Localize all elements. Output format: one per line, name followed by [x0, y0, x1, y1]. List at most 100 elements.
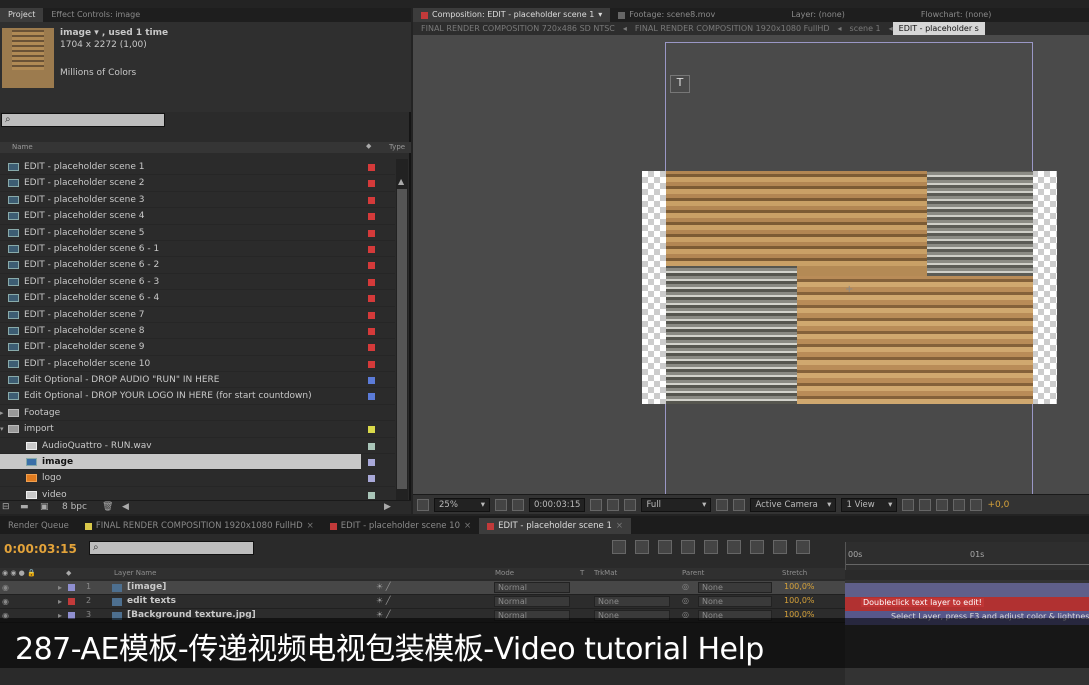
chevron-down-icon[interactable]: ▾ — [598, 8, 602, 22]
project-item[interactable]: image — [0, 454, 375, 471]
exposure-icon[interactable] — [970, 498, 983, 511]
project-item[interactable]: ▾ import — [0, 421, 395, 438]
project-search-input[interactable]: ⌕ — [1, 113, 165, 127]
visibility-toggle-icon[interactable]: ◉ — [2, 597, 9, 606]
parent-pickwhip-icon[interactable]: ◎ — [682, 582, 689, 591]
project-item[interactable]: Edit Optional - DROP YOUR LOGO IN HERE (… — [0, 388, 395, 405]
project-item[interactable]: EDIT - placeholder scene 10 — [0, 356, 395, 373]
visibility-toggle-icon[interactable]: ◉ — [2, 583, 9, 592]
label-color-swatch[interactable] — [368, 475, 375, 483]
timeline-tab[interactable]: EDIT - placeholder scene 1 × — [479, 518, 632, 534]
column-name[interactable]: Name — [12, 143, 33, 151]
label-color-swatch[interactable] — [368, 311, 375, 319]
layer-label-swatch[interactable] — [68, 584, 75, 591]
column-type[interactable]: Type — [389, 143, 405, 151]
label-color-swatch[interactable] — [368, 377, 375, 385]
project-item[interactable]: EDIT - placeholder scene 6 - 4 — [0, 290, 395, 307]
project-item[interactable]: AudioQuattro - RUN.wav — [0, 438, 395, 455]
av-switches-icon[interactable]: ◉ ◉ ● 🔒 — [2, 569, 36, 577]
show-snapshot-icon[interactable] — [607, 498, 620, 511]
column-mode[interactable]: Mode — [495, 569, 514, 577]
project-item[interactable]: logo — [0, 470, 395, 487]
always-preview-icon[interactable] — [417, 498, 429, 511]
project-scrollbar[interactable]: ▲ — [396, 159, 408, 502]
stretch-value[interactable]: 100,0% — [784, 596, 815, 605]
close-icon[interactable]: × — [616, 518, 623, 534]
project-item[interactable]: EDIT - placeholder scene 2 — [0, 175, 395, 192]
graph-editor-icon[interactable] — [796, 540, 810, 554]
layer-bar-image[interactable] — [845, 583, 1089, 597]
scroll-left-icon[interactable]: ◀ — [122, 502, 129, 512]
track-matte-dropdown[interactable]: None — [594, 596, 670, 607]
exposure-value[interactable]: +0,0 — [987, 500, 1009, 510]
project-item[interactable]: EDIT - placeholder scene 6 - 2 — [0, 257, 395, 274]
blend-mode-dropdown[interactable]: Normal — [494, 582, 570, 593]
mask-visibility-icon[interactable] — [512, 498, 524, 511]
view-layout-dropdown[interactable]: 1 View ▾ — [841, 497, 898, 512]
project-item[interactable]: EDIT - placeholder scene 9 — [0, 339, 395, 356]
timeline-icon[interactable] — [936, 498, 949, 511]
expand-layer-icon[interactable]: ▸ — [58, 597, 62, 606]
scrollbar-thumb[interactable] — [397, 189, 407, 489]
parent-dropdown[interactable]: None — [698, 596, 772, 607]
trash-icon[interactable]: 🗑 — [102, 502, 113, 512]
label-color-swatch[interactable] — [368, 164, 375, 171]
camera-dropdown[interactable]: Active Camera ▾ — [750, 497, 837, 512]
parent-pickwhip-icon[interactable]: ◎ — [682, 596, 689, 605]
project-item[interactable]: video — [0, 487, 395, 501]
label-color-swatch[interactable] — [368, 229, 375, 237]
project-item[interactable]: EDIT - placeholder scene 3 — [0, 192, 395, 209]
toggle-pixel-aspect-icon[interactable] — [902, 498, 915, 511]
project-item[interactable]: Edit Optional - DROP AUDIO "RUN" IN HERE — [0, 372, 395, 389]
label-color-swatch[interactable] — [368, 245, 375, 253]
label-color-swatch[interactable] — [368, 442, 375, 450]
column-parent[interactable]: Parent — [682, 569, 704, 577]
draft-3d-icon[interactable] — [658, 540, 672, 554]
tab-flowchart[interactable]: Flowchart: (none) — [913, 8, 1000, 22]
breadcrumb-scene[interactable]: scene 1 — [842, 24, 889, 33]
tab-composition[interactable]: Composition: EDIT - placeholder scene 1 ▾ — [413, 8, 611, 22]
label-tag-icon[interactable]: ◆ — [366, 142, 371, 150]
timeline-tab[interactable]: EDIT - placeholder scene 10 × — [322, 518, 479, 534]
project-item[interactable]: EDIT - placeholder scene 7 — [0, 307, 395, 323]
scroll-right-icon[interactable]: ▶ — [384, 502, 391, 512]
text-layer-handle-icon[interactable]: T — [670, 75, 690, 93]
disclosure-triangle-icon[interactable]: ▾ — [0, 421, 4, 437]
anchor-point-icon[interactable]: + — [845, 284, 853, 295]
new-folder-icon[interactable]: ▬ — [20, 502, 29, 512]
project-item[interactable]: EDIT - placeholder scene 5 — [0, 225, 395, 241]
scroll-up-icon[interactable]: ▲ — [398, 177, 404, 186]
column-t[interactable]: T — [580, 569, 584, 577]
frame-blending-icon[interactable] — [704, 540, 718, 554]
label-color-swatch[interactable] — [368, 180, 375, 188]
column-layer-name[interactable]: Layer Name — [114, 569, 156, 577]
label-color-swatch[interactable] — [368, 459, 375, 467]
selected-item-name[interactable]: image ▾ , used 1 time — [60, 28, 168, 38]
layer-switches-icon[interactable]: ☀ ╱ — [376, 596, 391, 605]
breadcrumb-current[interactable]: EDIT - placeholder s — [892, 22, 985, 35]
transparency-grid-icon[interactable] — [733, 498, 746, 511]
snapshot-icon[interactable] — [590, 498, 603, 511]
layer-name[interactable]: edit texts — [127, 596, 176, 606]
project-item[interactable]: EDIT - placeholder scene 1 — [0, 159, 395, 176]
viewer-timecode[interactable]: 0:00:03:15 — [529, 497, 586, 512]
project-item[interactable]: EDIT - placeholder scene 6 - 3 — [0, 274, 395, 291]
timeline-search-input[interactable]: ⌕ — [89, 541, 254, 555]
label-color-swatch[interactable] — [368, 213, 375, 221]
layer-bar-edit-texts[interactable]: Doubleclick text layer to edit! — [845, 597, 1089, 611]
label-color-swatch[interactable] — [368, 295, 375, 303]
interpret-footage-icon[interactable]: ⊟ — [2, 502, 10, 512]
hide-shy-layers-icon[interactable] — [681, 540, 695, 554]
tab-effect-controls[interactable]: Effect Controls: image — [43, 8, 148, 22]
brainstorm-icon[interactable] — [750, 540, 764, 554]
layer-row[interactable]: ◉ ▸ 2 edit texts ☀ ╱ Normal None ◎ None 100,0% — [0, 595, 845, 609]
tab-layer[interactable]: Layer: (none) — [783, 8, 853, 22]
disclosure-triangle-icon[interactable]: ▸ — [0, 405, 4, 421]
layer-row[interactable]: ◉ ▸ 1 [image] ☀ ╱ Normal ◎ None 100,0% — [0, 581, 845, 595]
label-color-swatch[interactable] — [368, 393, 375, 401]
project-item[interactable]: EDIT - placeholder scene 6 - 1 — [0, 241, 395, 258]
motion-blur-icon[interactable] — [727, 540, 741, 554]
live-update-icon[interactable] — [635, 540, 649, 554]
timeline-tab[interactable]: FINAL RENDER COMPOSITION 1920x1080 FullH… — [77, 518, 322, 534]
flowchart-icon[interactable] — [953, 498, 966, 511]
